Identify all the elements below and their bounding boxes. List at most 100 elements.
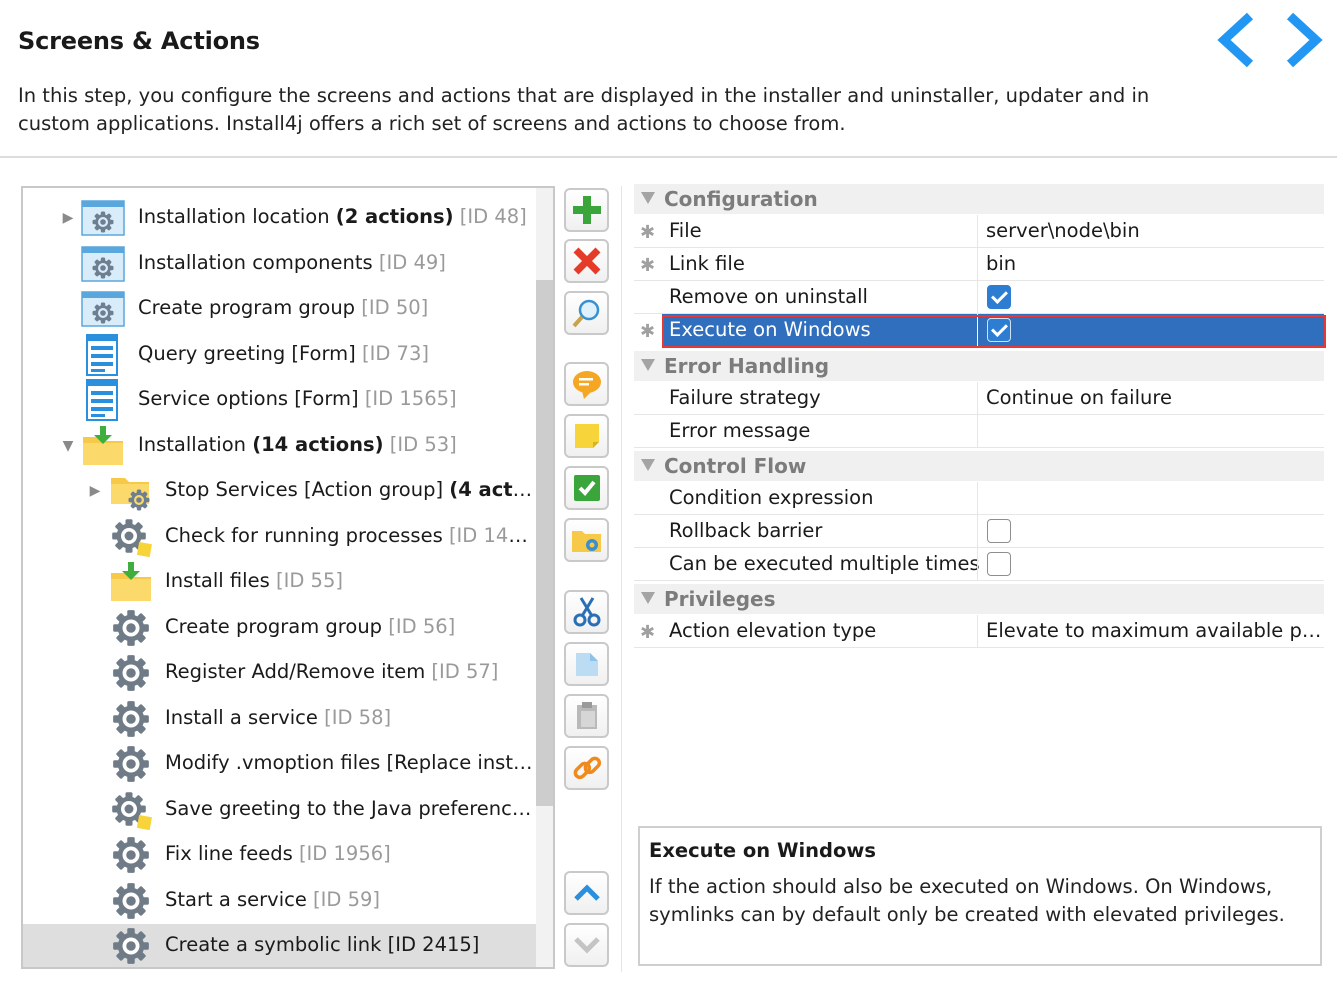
tree-item-label: Query greeting [Form] [ID 73] [138,342,537,365]
panel-divider[interactable] [621,186,622,972]
collapse-triangle-icon[interactable] [641,359,655,371]
tree-item-name: Install a service [165,706,325,729]
collapse-triangle-icon[interactable] [641,592,655,604]
collapsed-triangle-icon[interactable]: ▶ [59,209,77,227]
prop-row-error-message[interactable]: Error message [634,415,1324,448]
tree-item-name: Query greeting [Form] [138,342,362,365]
tree-item[interactable]: Create program group [ID 50] [23,287,537,332]
collapse-triangle-icon[interactable] [641,192,655,204]
prop-value-elevation-type[interactable]: Elevate to maximum available privi... [986,619,1322,642]
paste-button[interactable] [564,694,609,738]
section-label: Error Handling [664,354,830,378]
gear-note-icon [109,516,153,558]
check-button[interactable] [564,466,609,510]
prop-row-remove-on-uninstall[interactable]: Remove on uninstall [634,281,1324,314]
link-button[interactable] [564,746,609,790]
copy-button[interactable] [564,642,609,686]
tree-item-label: Save greeting to the Java preference st.… [165,797,537,820]
tree-item[interactable]: ▶ Stop Services [Action group] (4 action… [23,469,537,514]
prop-value-failure-strategy[interactable]: Continue on failure [986,386,1322,409]
form-icon [81,379,125,421]
screens-actions-tree[interactable]: ▶ Installation location (2 actions) [ID … [21,186,555,969]
tree-item[interactable]: Save greeting to the Java preference st.… [23,788,537,833]
tree-scrollbar[interactable] [536,188,553,967]
prop-row-link-file[interactable]: ✱ Link file bin [634,248,1324,281]
execute-on-windows-checkbox[interactable] [987,318,1011,342]
tree-item[interactable]: Create a symbolic link [ID 2415] [23,924,537,967]
move-up-icon [570,876,604,910]
prop-row-file[interactable]: ✱ File server\node\bin [634,215,1324,248]
help-text: If the action should also be executed on… [649,875,1285,926]
add-button[interactable] [564,188,609,232]
tree-item[interactable]: Register Add/Remove item [ID 57] [23,651,537,696]
prop-value-link-file[interactable]: bin [986,252,1322,275]
note-icon [570,419,604,453]
remove-on-uninstall-checkbox[interactable] [987,285,1011,309]
section-control-flow[interactable]: Control Flow [634,451,1324,481]
tree-item[interactable]: Install a service [ID 58] [23,697,537,742]
section-label: Control Flow [664,454,807,478]
prop-key: Remove on uninstall [669,285,868,308]
search-icon [570,296,604,330]
expanded-triangle-icon[interactable]: ▼ [59,437,77,455]
prop-row-elevation-type[interactable]: ✱ Action elevation type Elevate to maxim… [634,615,1324,648]
tree-item[interactable]: Start a service [ID 59] [23,879,537,924]
prop-row-condition-expression[interactable]: Condition expression [634,482,1324,515]
section-privileges[interactable]: Privileges [634,584,1324,614]
prop-row-multiple-times[interactable]: Can be executed multiple times [634,548,1324,581]
prop-row-rollback-barrier[interactable]: Rollback barrier [634,515,1324,548]
collapse-triangle-icon[interactable] [641,459,655,471]
tree-item-label: Create program group [ID 50] [138,296,537,319]
tree-item-id: [ID 1467] [448,524,537,547]
move-down-button[interactable] [564,923,609,967]
required-asterisk-icon: ✱ [640,255,656,276]
tree-item[interactable]: Installation components [ID 49] [23,242,537,287]
tree-item-name: Installation [138,433,253,456]
header: Screens & Actions In this step, you conf… [0,0,1337,158]
move-up-button[interactable] [564,871,609,915]
collapsed-triangle-icon[interactable]: ▶ [86,482,104,500]
gear-icon [109,652,153,694]
folder-action-button[interactable] [564,518,609,562]
tree-item[interactable]: Service options [Form] [ID 1565] [23,378,537,423]
tree-item[interactable]: ▶ Installation location (2 actions) [ID … [23,196,537,241]
multiple-times-checkbox[interactable] [987,552,1011,576]
tree-item[interactable]: Install files [ID 55] [23,560,537,605]
delete-button[interactable] [564,239,609,283]
tree-item[interactable]: Fix line feeds [ID 1956] [23,833,537,878]
prop-value-file[interactable]: server\node\bin [986,219,1322,242]
tree-item-id: [ID 50] [361,296,429,319]
tree-item-label: Register Add/Remove item [ID 57] [165,660,537,683]
search-button[interactable] [564,291,609,335]
nav-forward-button[interactable] [1276,10,1336,70]
tree-item[interactable]: Check for running processes [ID 1467] [23,515,537,560]
nav-back-button[interactable] [1208,10,1268,70]
tree-item-name: Create program group [165,615,389,638]
tree-item[interactable]: ▼ Installation (14 actions) [ID 53] [23,424,537,469]
tree-item-name: Installation location [138,205,336,228]
section-configuration[interactable]: Configuration [634,184,1324,214]
gear-icon [109,743,153,785]
prop-row-failure-strategy[interactable]: Failure strategy Continue on failure [634,382,1324,415]
prop-key: Condition expression [669,486,874,509]
cut-icon [570,595,604,629]
cut-button[interactable] [564,590,609,634]
message-button[interactable] [564,362,609,406]
gear-note-icon [109,789,153,831]
rollback-barrier-checkbox[interactable] [987,519,1011,543]
tree-item-name: Check for running processes [165,524,449,547]
tree-item[interactable]: Query greeting [Form] [ID 73] [23,333,537,378]
tree-item-id: [ID 53] [383,433,457,456]
required-asterisk-icon: ✱ [640,321,656,342]
tree-scrollbar-thumb[interactable] [536,280,553,806]
note-button[interactable] [564,414,609,458]
gear-icon [109,880,153,922]
section-error-handling[interactable]: Error Handling [634,351,1324,381]
tree-item-name: Save greeting to the Java preference st.… [165,797,537,820]
add-icon [570,193,604,227]
tree-item-id: [ID 59] [313,888,381,911]
prop-row-execute-on-windows[interactable]: Execute on Windows [662,314,1324,347]
tree-item[interactable]: Modify .vmoption files [Replace install.… [23,742,537,787]
tree-item[interactable]: Create program group [ID 56] [23,606,537,651]
tree-item-name: Stop Services [Action group] [165,478,450,501]
